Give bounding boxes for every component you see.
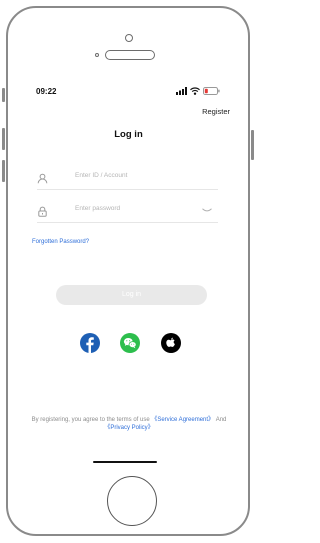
wechat-icon — [120, 333, 140, 353]
privacy-policy-link[interactable]: 《Privacy Policy》 — [104, 425, 153, 431]
facebook-login-button[interactable] — [80, 333, 100, 353]
mute-switch — [2, 88, 5, 102]
sensor-dot — [95, 53, 99, 57]
forgot-password-link[interactable]: Forgotten Password? — [32, 239, 89, 245]
page-title: Log in — [114, 129, 143, 140]
home-indicator — [93, 461, 157, 463]
front-camera — [125, 34, 133, 42]
battery-icon — [203, 87, 220, 95]
terms-notice: By registering, you agree to the terms o… — [30, 416, 228, 432]
user-icon — [37, 173, 48, 184]
home-button[interactable] — [107, 476, 157, 526]
eye-closed-icon[interactable] — [202, 208, 212, 213]
account-input[interactable] — [75, 172, 195, 179]
status-icons — [176, 86, 220, 96]
account-field — [37, 171, 218, 190]
signal-icon — [176, 87, 187, 95]
apple-login-button[interactable] — [161, 333, 181, 353]
status-time: 09:22 — [36, 87, 57, 96]
earpiece-speaker — [105, 50, 155, 60]
apple-icon — [161, 333, 181, 353]
service-agreement-link[interactable]: 《Service Agreement》 — [151, 417, 214, 423]
facebook-icon — [80, 333, 100, 353]
terms-and-text: And — [214, 417, 227, 423]
password-field — [37, 204, 218, 223]
login-button[interactable]: Log in — [56, 285, 207, 305]
lock-icon — [38, 206, 47, 217]
wechat-login-button[interactable] — [120, 333, 140, 353]
register-link[interactable]: Register — [202, 107, 230, 116]
terms-text: By registering, you agree to the terms o… — [31, 417, 152, 423]
password-input[interactable] — [75, 205, 195, 212]
wifi-icon — [190, 87, 200, 95]
volume-down-button — [2, 160, 5, 182]
